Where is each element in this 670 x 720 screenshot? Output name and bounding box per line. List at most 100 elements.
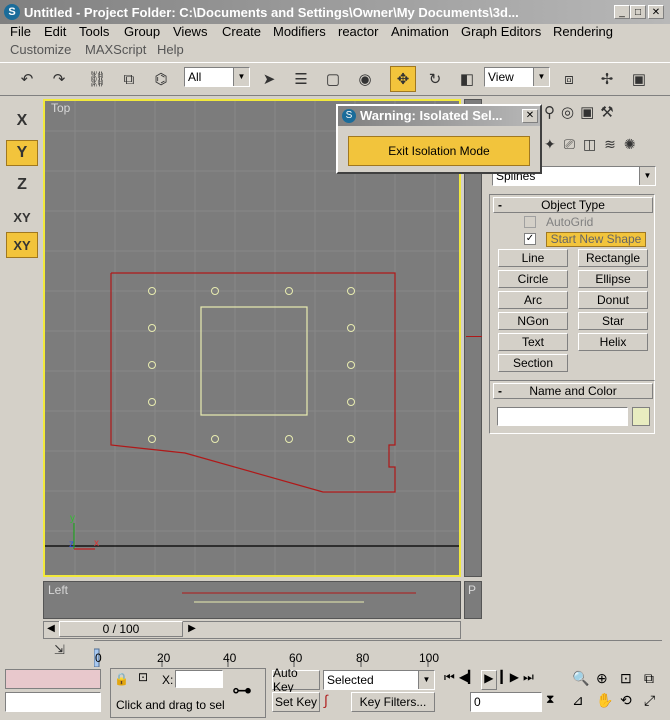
set-key-button[interactable]: Set Key: [272, 692, 320, 712]
helix-button[interactable]: Helix: [578, 333, 648, 351]
donut-button[interactable]: Donut: [578, 291, 648, 309]
rectangle-button[interactable]: Rectangle: [578, 249, 648, 267]
slider-left-arrow-icon[interactable]: ◀: [45, 623, 57, 637]
menu-reactor[interactable]: reactor: [338, 24, 378, 39]
key-mode-icon[interactable]: ⊶: [232, 678, 260, 702]
time-slider-thumb[interactable]: 0 / 100: [59, 621, 183, 637]
text-button[interactable]: Text: [498, 333, 568, 351]
ellipse-button[interactable]: Ellipse: [578, 270, 648, 288]
go-to-start-icon[interactable]: ⏮: [444, 670, 455, 690]
star-button[interactable]: Star: [578, 312, 648, 330]
move-icon[interactable]: ✥: [390, 66, 416, 92]
lock-selection-icon[interactable]: 🔒: [114, 672, 129, 688]
line-button[interactable]: Line: [498, 249, 568, 267]
dialog-close-button[interactable]: ✕: [522, 109, 538, 123]
axis-xy-button[interactable]: XY: [6, 204, 38, 230]
key-filters-button[interactable]: Key Filters...: [351, 692, 435, 712]
track-bar-toggle-icon[interactable]: ⇲: [54, 642, 76, 662]
menu-animation[interactable]: Animation: [391, 24, 449, 39]
menu-tools[interactable]: Tools: [79, 24, 109, 39]
previous-frame-icon[interactable]: ◀▎: [459, 670, 477, 690]
zoom-extents-all-icon[interactable]: ⧉: [644, 670, 654, 687]
section-button[interactable]: Section: [498, 354, 568, 372]
bind-spacewarp-icon[interactable]: ⌬: [148, 66, 174, 92]
key-selection-dropdown[interactable]: Selected ▼: [323, 670, 435, 690]
hierarchy-tab-icon[interactable]: ⚲: [544, 103, 555, 127]
menu-create[interactable]: Create: [222, 24, 261, 39]
window-crossing-icon[interactable]: ◉: [352, 66, 378, 92]
x-coord-field[interactable]: [175, 670, 223, 688]
circle-button[interactable]: Circle: [498, 270, 568, 288]
menu-views[interactable]: Views: [173, 24, 207, 39]
undo-icon[interactable]: ↶: [14, 66, 40, 92]
manipulate-icon[interactable]: ✢: [594, 66, 620, 92]
time-config-icon[interactable]: ⧗: [546, 692, 566, 712]
zoom-extents-icon[interactable]: ⊡: [620, 670, 632, 687]
pan-icon[interactable]: ✋: [596, 692, 613, 709]
app-icon[interactable]: S: [4, 4, 20, 20]
axis-z-button[interactable]: Z: [6, 172, 38, 198]
ngon-button[interactable]: NGon: [498, 312, 568, 330]
motion-tab-icon[interactable]: ◎: [561, 103, 574, 127]
display-tab-icon[interactable]: ▣: [580, 103, 594, 127]
redo-icon[interactable]: ↷: [46, 66, 72, 92]
menu-maxscript[interactable]: MAXScript: [85, 42, 146, 57]
menu-edit[interactable]: Edit: [44, 24, 66, 39]
current-frame-field[interactable]: 0: [470, 692, 542, 712]
maximize-button[interactable]: □: [630, 5, 646, 19]
object-color-swatch[interactable]: [632, 407, 650, 426]
rotate-icon[interactable]: ↻: [422, 66, 448, 92]
selection-filter-dropdown[interactable]: All ▼: [184, 67, 250, 87]
reference-coord-dropdown[interactable]: View ▼: [484, 67, 550, 87]
left-viewport[interactable]: Left: [43, 581, 461, 619]
select-by-name-icon[interactable]: ☰: [288, 66, 314, 92]
axis-xy-cycle-button[interactable]: XY: [6, 232, 38, 258]
helpers-icon[interactable]: ◫: [583, 136, 596, 158]
rect-selection-icon[interactable]: ▢: [320, 66, 346, 92]
systems-icon[interactable]: ✺: [624, 136, 636, 158]
menu-graph-editors[interactable]: Graph Editors: [461, 24, 541, 39]
menu-modifiers[interactable]: Modifiers: [273, 24, 326, 39]
absolute-mode-icon[interactable]: ⊡: [138, 670, 156, 688]
menu-group[interactable]: Group: [124, 24, 160, 39]
slider-right-arrow-icon[interactable]: ▶: [186, 623, 198, 637]
autogrid-checkbox[interactable]: [524, 216, 536, 228]
default-tangent-icon[interactable]: ∫: [324, 692, 348, 712]
axis-x-button[interactable]: X: [6, 108, 38, 134]
field-of-view-icon[interactable]: ⊿: [572, 692, 584, 709]
zoom-all-icon[interactable]: ⊕: [596, 670, 608, 687]
track-bar[interactable]: 0 20 40 60 80 100: [93, 640, 662, 668]
menu-rendering[interactable]: Rendering: [553, 24, 613, 39]
select-object-icon[interactable]: ➤: [256, 66, 282, 92]
axis-y-button[interactable]: Y: [6, 140, 38, 166]
lights-icon[interactable]: ✦: [544, 136, 556, 158]
pivot-center-icon[interactable]: ⧈: [556, 66, 582, 92]
maxscript-listener-white[interactable]: [5, 692, 101, 712]
maxscript-listener-pink[interactable]: [5, 669, 101, 689]
play-icon[interactable]: ▶: [481, 670, 497, 690]
exit-isolation-button[interactable]: Exit Isolation Mode: [348, 136, 530, 166]
render-icon[interactable]: ▣: [626, 66, 652, 92]
menu-file[interactable]: File: [10, 24, 31, 39]
minimize-button[interactable]: _: [614, 5, 630, 19]
object-name-field[interactable]: [497, 407, 628, 426]
start-new-shape-checkbox[interactable]: ✓: [524, 233, 536, 245]
arc-rotate-icon[interactable]: ⟲: [620, 692, 632, 709]
go-to-end-icon[interactable]: ⏭: [523, 670, 534, 690]
scale-icon[interactable]: ◧: [454, 66, 480, 92]
menu-help[interactable]: Help: [157, 42, 184, 57]
cameras-icon[interactable]: ⎚: [564, 136, 575, 158]
object-type-rollout-header[interactable]: - Object Type: [493, 197, 653, 213]
unlink-icon[interactable]: ⧉: [116, 66, 142, 92]
spacewarps-icon[interactable]: ≋: [604, 136, 616, 158]
select-link-icon[interactable]: ⛓: [84, 66, 110, 92]
menu-customize[interactable]: Customize: [10, 42, 71, 57]
close-button[interactable]: ✕: [648, 5, 664, 19]
utilities-tab-icon[interactable]: ⚒: [600, 103, 613, 127]
arc-button[interactable]: Arc: [498, 291, 568, 309]
next-frame-icon[interactable]: ▎▶: [501, 670, 519, 690]
maximize-viewport-icon[interactable]: ⤢: [644, 692, 655, 709]
name-color-rollout-header[interactable]: - Name and Color: [493, 383, 653, 399]
p-viewport[interactable]: P: [464, 581, 482, 619]
zoom-icon[interactable]: 🔍: [572, 670, 589, 687]
